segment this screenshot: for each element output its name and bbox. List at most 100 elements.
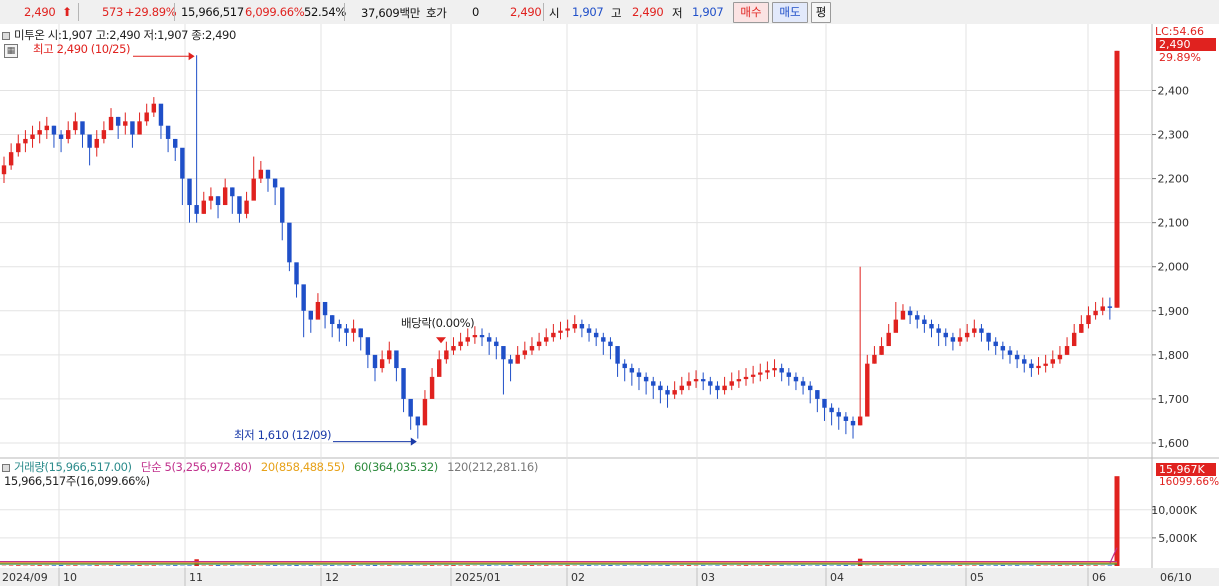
candle-body bbox=[865, 363, 870, 417]
panel-toggle-icon[interactable] bbox=[2, 463, 10, 472]
candle-body bbox=[315, 301, 321, 320]
volume-bar bbox=[251, 565, 256, 566]
candle-body bbox=[379, 359, 385, 369]
volume-info: 15,966,517주(16,099.66%) bbox=[4, 474, 150, 488]
candle-body bbox=[915, 315, 920, 320]
volume-bar bbox=[779, 565, 784, 566]
table-grid-icon[interactable]: ▦ bbox=[4, 44, 18, 58]
volume-bar bbox=[1057, 565, 1063, 566]
candle-body bbox=[23, 138, 28, 144]
candle-body bbox=[551, 332, 556, 338]
price-tick-label: 1,600 bbox=[1158, 437, 1190, 450]
average-button[interactable]: 평 bbox=[811, 2, 831, 23]
price-tick-label: 2,200 bbox=[1158, 173, 1190, 186]
volume-bar bbox=[579, 565, 585, 566]
candle-body bbox=[950, 337, 956, 342]
price-tick-label: 2,000 bbox=[1158, 261, 1190, 274]
candle-body bbox=[1057, 354, 1063, 360]
volume-bar bbox=[308, 565, 314, 566]
volume-bar bbox=[1079, 565, 1084, 566]
candle-body bbox=[187, 178, 192, 206]
candle-body bbox=[807, 385, 813, 391]
volume-bar bbox=[658, 565, 663, 566]
candle-body bbox=[1086, 315, 1091, 325]
candle-body bbox=[365, 337, 371, 355]
volume-bar bbox=[893, 565, 899, 566]
candle-body bbox=[872, 354, 877, 364]
candle-body bbox=[1036, 365, 1041, 369]
candle-body bbox=[729, 381, 734, 386]
candle-body bbox=[344, 328, 349, 333]
dividend-annotation: 배당락(0.00%) bbox=[401, 316, 475, 330]
candle-body bbox=[1050, 359, 1056, 364]
volume-bar bbox=[1029, 565, 1034, 566]
candle-body bbox=[94, 138, 99, 148]
volume-bar bbox=[1071, 565, 1077, 566]
candle-body bbox=[722, 385, 727, 391]
candle-body bbox=[979, 328, 984, 333]
candle-body bbox=[494, 341, 499, 347]
volume-value: 15,966,517 bbox=[181, 5, 244, 19]
price-tick-label: 2,300 bbox=[1158, 129, 1190, 142]
candle-body bbox=[893, 319, 899, 333]
open-value: 1,907 bbox=[572, 5, 604, 19]
trade-amount: 37,609백만 bbox=[361, 6, 420, 20]
candle-body bbox=[1014, 354, 1020, 360]
buy-button[interactable]: 매수 bbox=[733, 2, 769, 23]
candle-body bbox=[936, 328, 941, 333]
divider bbox=[543, 3, 544, 21]
candle-body bbox=[294, 262, 299, 285]
candle-body bbox=[251, 178, 256, 201]
candle-body bbox=[636, 372, 642, 377]
volume-bar bbox=[130, 565, 135, 566]
candle-body bbox=[558, 330, 563, 333]
panel-toggle-icon[interactable] bbox=[2, 31, 10, 40]
volume-bar bbox=[486, 565, 492, 566]
candle-body bbox=[686, 381, 692, 386]
candle-body bbox=[465, 337, 470, 342]
hoga-label: 호가 bbox=[426, 6, 447, 20]
candle-body bbox=[258, 169, 264, 179]
volume-bar bbox=[344, 565, 349, 566]
date-tick-label: 12 bbox=[325, 571, 339, 584]
up-arrow-icon: ⬆ bbox=[62, 5, 72, 19]
date-tick-label: 2025/01 bbox=[455, 571, 501, 584]
volume-bar bbox=[700, 565, 706, 566]
lc-label: LC:54.66 bbox=[1155, 25, 1205, 38]
divider bbox=[78, 3, 79, 21]
candle-body bbox=[451, 346, 456, 351]
candle-body bbox=[529, 346, 535, 351]
price-tick-label: 2,400 bbox=[1158, 84, 1190, 97]
volume-bar bbox=[230, 565, 235, 566]
volume-bar bbox=[429, 565, 435, 566]
volume-bar bbox=[173, 565, 178, 566]
volume-bar bbox=[351, 565, 356, 566]
candle-body bbox=[444, 350, 449, 360]
candle-body bbox=[429, 376, 435, 399]
candle-body bbox=[51, 125, 57, 135]
stock-info: 미투온 시:1,907 고:2,490 저:1,907 종:2,490 bbox=[14, 28, 236, 42]
chart-grid bbox=[0, 24, 1219, 586]
volume-bar bbox=[1107, 565, 1113, 566]
volume-bar bbox=[643, 565, 649, 566]
high-annotation: 최고 2,490 (10/25) bbox=[33, 42, 131, 56]
stock-chart[interactable]: 1,600 1,700 1,800 1,900 2,000 2,100 2,200 2,300… bbox=[0, 24, 1219, 586]
volume-bar bbox=[51, 565, 57, 566]
volume-tick-label: 5,000K bbox=[1158, 532, 1197, 545]
candle-body bbox=[708, 381, 713, 386]
price-change: 573 bbox=[102, 5, 124, 19]
sell-button[interactable]: 매도 bbox=[772, 2, 808, 23]
candle-body bbox=[622, 363, 627, 369]
volume-bar bbox=[372, 565, 378, 566]
candle-body bbox=[137, 121, 142, 135]
candle-body bbox=[8, 152, 14, 166]
candle-body bbox=[907, 310, 913, 316]
divider bbox=[174, 3, 175, 21]
volume-bar bbox=[815, 565, 820, 566]
candle-body bbox=[993, 341, 998, 347]
candle-body bbox=[401, 368, 406, 399]
volume-bar bbox=[465, 565, 470, 566]
price-axis: 1,600 1,700 1,800 1,900 2,000 2,100 2,200 2,300… bbox=[1152, 84, 1189, 450]
candle-body bbox=[280, 187, 285, 223]
candle-body bbox=[1093, 310, 1098, 316]
